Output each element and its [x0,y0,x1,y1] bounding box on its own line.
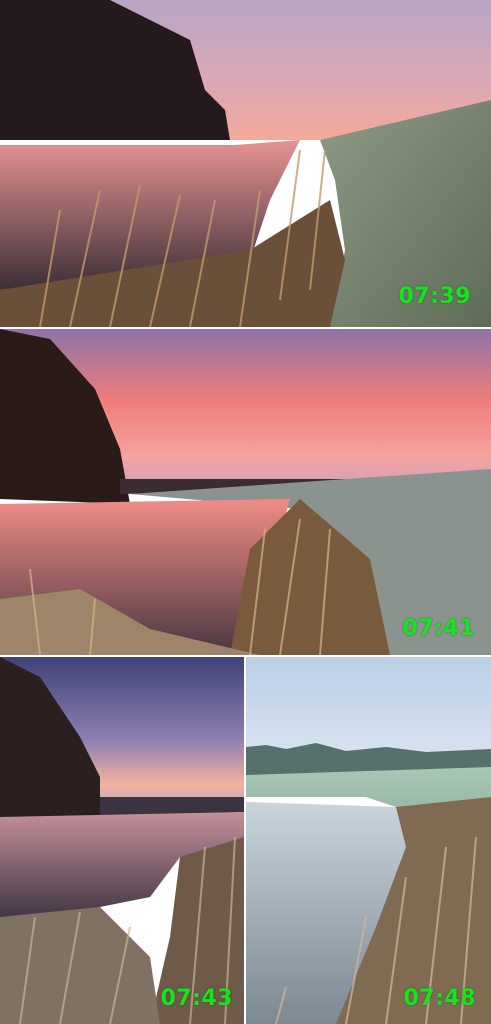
photo-panel-0748: 07:48 [246,657,491,1024]
river-scene-0741 [0,329,491,655]
timestamp-label: 07:41 [402,616,475,641]
river-scene-0739 [0,0,491,327]
river-scene-0748 [246,657,491,1024]
timestamp-label: 07:39 [398,284,471,309]
timestamp-label: 07:48 [403,986,476,1011]
river-scene-0743 [0,657,244,1024]
photo-panel-0743: 07:43 [0,657,244,1024]
photo-panel-0741: 07:41 [0,329,491,655]
timestamp-label: 07:43 [160,986,233,1011]
photo-panel-0739: 07:39 [0,0,491,327]
